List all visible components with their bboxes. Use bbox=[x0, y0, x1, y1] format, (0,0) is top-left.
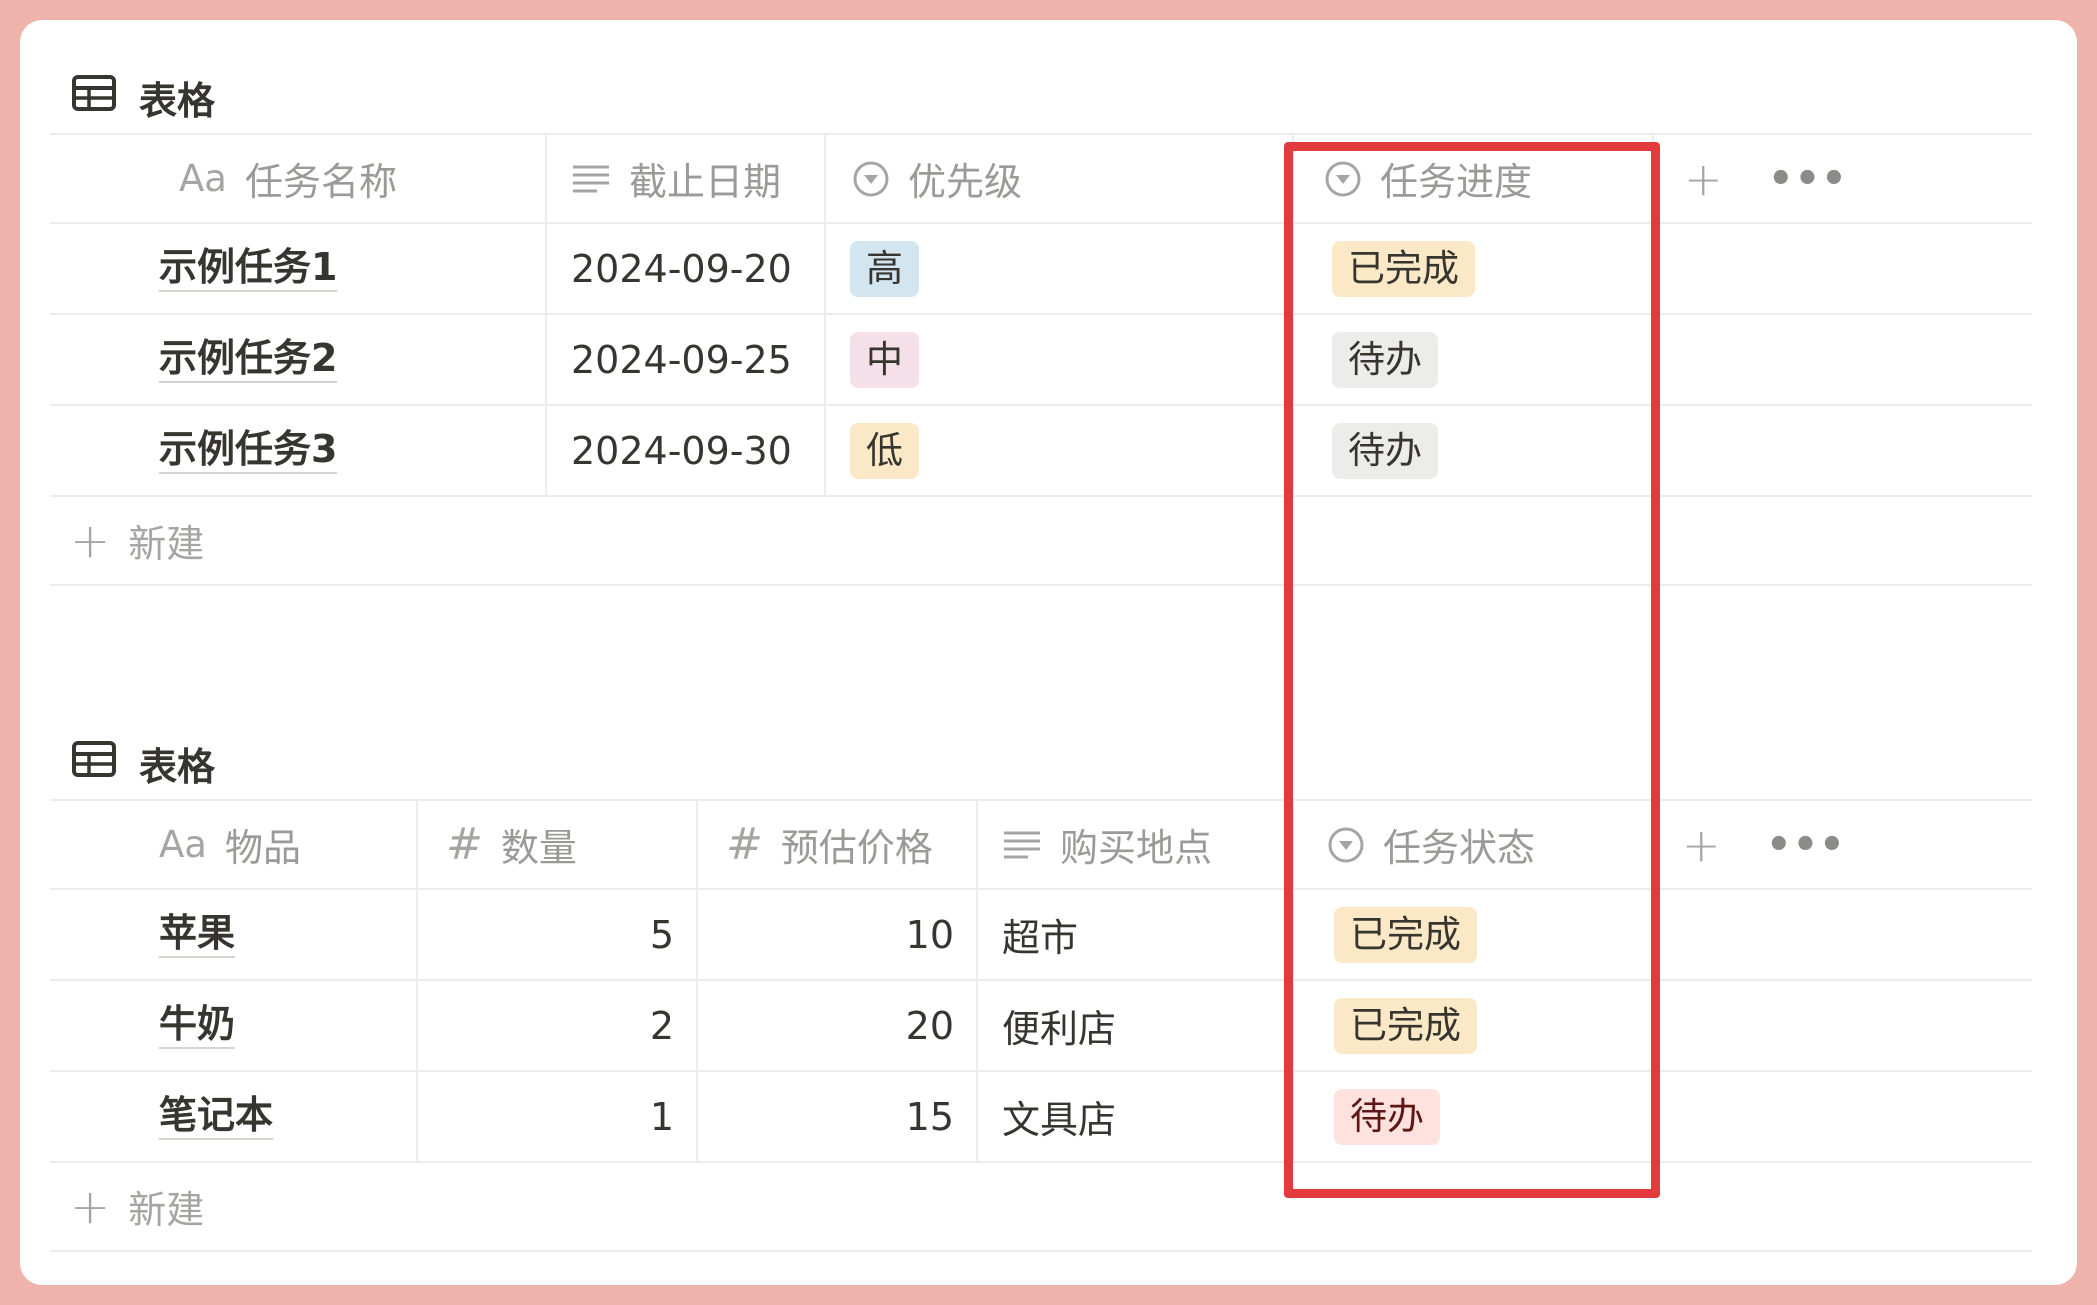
status-tag[interactable]: 待办 bbox=[1334, 1088, 1440, 1145]
table2-title[interactable]: 表格 bbox=[71, 733, 215, 793]
task-name-cell[interactable]: 示例任务3 bbox=[50, 406, 547, 495]
table-row[interactable]: 牛奶 2 20 便利店 已完成 bbox=[50, 981, 2032, 1072]
priority-tag[interactable]: 低 bbox=[850, 422, 919, 479]
column-header-deadline[interactable]: 截止日期 bbox=[547, 135, 826, 222]
price-cell[interactable]: 10 bbox=[698, 890, 978, 979]
deadline-cell[interactable]: 2024-09-30 bbox=[547, 406, 826, 495]
place-cell[interactable]: 便利店 bbox=[978, 981, 1294, 1070]
column-header-priority[interactable]: 优先级 bbox=[826, 135, 1294, 222]
deadline-cell[interactable]: 2024-09-20 bbox=[547, 224, 826, 313]
table2: Aa 物品 # 数量 # 预估价格 购买地点 任务状态 + ••• 苹果 5 1… bbox=[50, 799, 2032, 1252]
column-header-quantity[interactable]: # 数量 bbox=[418, 801, 698, 888]
price-cell[interactable]: 20 bbox=[698, 981, 978, 1070]
select-icon bbox=[852, 160, 890, 198]
table-row[interactable]: 示例任务1 2024-09-20 高 已完成 bbox=[50, 224, 2032, 315]
lines-icon bbox=[1002, 828, 1042, 862]
column-header-label: 购买地点 bbox=[1060, 826, 1213, 870]
column-header-task-name[interactable]: Aa 任务名称 bbox=[50, 135, 547, 222]
table-row[interactable]: 示例任务3 2024-09-30 低 待办 bbox=[50, 406, 2032, 497]
column-header-label: 截止日期 bbox=[629, 160, 782, 204]
column-header-place[interactable]: 购买地点 bbox=[978, 801, 1294, 888]
priority-tag[interactable]: 中 bbox=[850, 331, 919, 388]
progress-cell[interactable]: 已完成 bbox=[1294, 224, 1654, 313]
status-cell[interactable]: 待办 bbox=[1294, 1072, 1654, 1161]
table1-header-row: Aa 任务名称 截止日期 优先级 任务进度 + ••• bbox=[50, 133, 2032, 224]
new-row-button[interactable]: + 新建 bbox=[50, 1163, 2032, 1252]
progress-cell[interactable]: 待办 bbox=[1294, 315, 1654, 404]
quantity-cell[interactable]: 5 bbox=[418, 890, 698, 979]
status-cell[interactable]: 已完成 bbox=[1294, 890, 1654, 979]
column-header-item[interactable]: Aa 物品 bbox=[50, 801, 418, 888]
lines-icon bbox=[571, 162, 611, 196]
priority-cell[interactable]: 中 bbox=[826, 315, 1294, 404]
table-row[interactable]: 示例任务2 2024-09-25 中 待办 bbox=[50, 315, 2032, 406]
status-tag[interactable]: 待办 bbox=[1332, 331, 1438, 388]
price-cell[interactable]: 15 bbox=[698, 1072, 978, 1161]
column-header-label: 数量 bbox=[500, 826, 577, 870]
status-tag[interactable]: 已完成 bbox=[1334, 997, 1477, 1054]
table1: Aa 任务名称 截止日期 优先级 任务进度 + ••• 示例任务1 2024-0… bbox=[50, 133, 2032, 586]
database-page: 表格 Aa 任务名称 截止日期 优先级 任务进度 + ••• 示例任务1 202… bbox=[20, 20, 2077, 1285]
table1-title[interactable]: 表格 bbox=[71, 67, 215, 127]
new-row-label: 新建 bbox=[128, 1188, 205, 1232]
table-icon bbox=[71, 73, 117, 122]
table-row[interactable]: 笔记本 1 15 文具店 待办 bbox=[50, 1072, 2032, 1163]
place-cell[interactable]: 文具店 bbox=[978, 1072, 1294, 1161]
status-tag[interactable]: 已完成 bbox=[1334, 906, 1477, 963]
table-row[interactable]: 苹果 5 10 超市 已完成 bbox=[50, 890, 2032, 981]
priority-tag[interactable]: 高 bbox=[850, 240, 919, 297]
item-name-cell[interactable]: 苹果 bbox=[50, 890, 418, 979]
status-tag[interactable]: 已完成 bbox=[1332, 240, 1475, 297]
column-header-status[interactable]: 任务状态 bbox=[1294, 801, 1654, 888]
new-row-label: 新建 bbox=[128, 522, 205, 566]
column-header-label: 任务名称 bbox=[244, 160, 397, 204]
item-name-cell[interactable]: 牛奶 bbox=[50, 981, 418, 1070]
priority-cell[interactable]: 高 bbox=[826, 224, 1294, 313]
place-cell[interactable]: 超市 bbox=[978, 890, 1294, 979]
column-header-price[interactable]: # 预估价格 bbox=[698, 801, 978, 888]
status-cell[interactable]: 已完成 bbox=[1294, 981, 1654, 1070]
add-column-button[interactable]: + bbox=[1682, 801, 1721, 888]
table-icon bbox=[71, 739, 117, 788]
column-header-label: 物品 bbox=[224, 826, 301, 870]
task-name-cell[interactable]: 示例任务1 bbox=[50, 224, 547, 313]
column-header-label: 任务进度 bbox=[1380, 160, 1533, 204]
priority-cell[interactable]: 低 bbox=[826, 406, 1294, 495]
new-row-button[interactable]: + 新建 bbox=[50, 497, 2032, 586]
deadline-cell[interactable]: 2024-09-25 bbox=[547, 315, 826, 404]
text-property-icon: Aa bbox=[159, 823, 207, 866]
column-header-label: 任务状态 bbox=[1383, 826, 1536, 870]
text-property-icon: Aa bbox=[179, 157, 227, 200]
task-name-cell[interactable]: 示例任务2 bbox=[50, 315, 547, 404]
plus-icon: + bbox=[70, 512, 111, 569]
table1-title-label: 表格 bbox=[139, 78, 216, 123]
number-property-icon: # bbox=[446, 819, 483, 870]
table2-title-label: 表格 bbox=[139, 744, 216, 789]
column-header-label: 优先级 bbox=[908, 160, 1023, 204]
progress-cell[interactable]: 待办 bbox=[1294, 406, 1654, 495]
column-header-progress[interactable]: 任务进度 bbox=[1294, 135, 1654, 222]
plus-icon: + bbox=[70, 1178, 111, 1235]
select-icon bbox=[1327, 826, 1365, 864]
item-name-cell[interactable]: 笔记本 bbox=[50, 1072, 418, 1161]
add-column-button[interactable]: + bbox=[1684, 135, 1723, 222]
table2-header-row: Aa 物品 # 数量 # 预估价格 购买地点 任务状态 + ••• bbox=[50, 799, 2032, 890]
column-header-label: 预估价格 bbox=[780, 826, 933, 870]
select-icon bbox=[1324, 160, 1362, 198]
quantity-cell[interactable]: 2 bbox=[418, 981, 698, 1070]
more-options-button[interactable]: ••• bbox=[1768, 135, 1848, 222]
status-tag[interactable]: 待办 bbox=[1332, 422, 1438, 479]
more-options-button[interactable]: ••• bbox=[1766, 801, 1846, 888]
number-property-icon: # bbox=[726, 819, 763, 870]
quantity-cell[interactable]: 1 bbox=[418, 1072, 698, 1161]
